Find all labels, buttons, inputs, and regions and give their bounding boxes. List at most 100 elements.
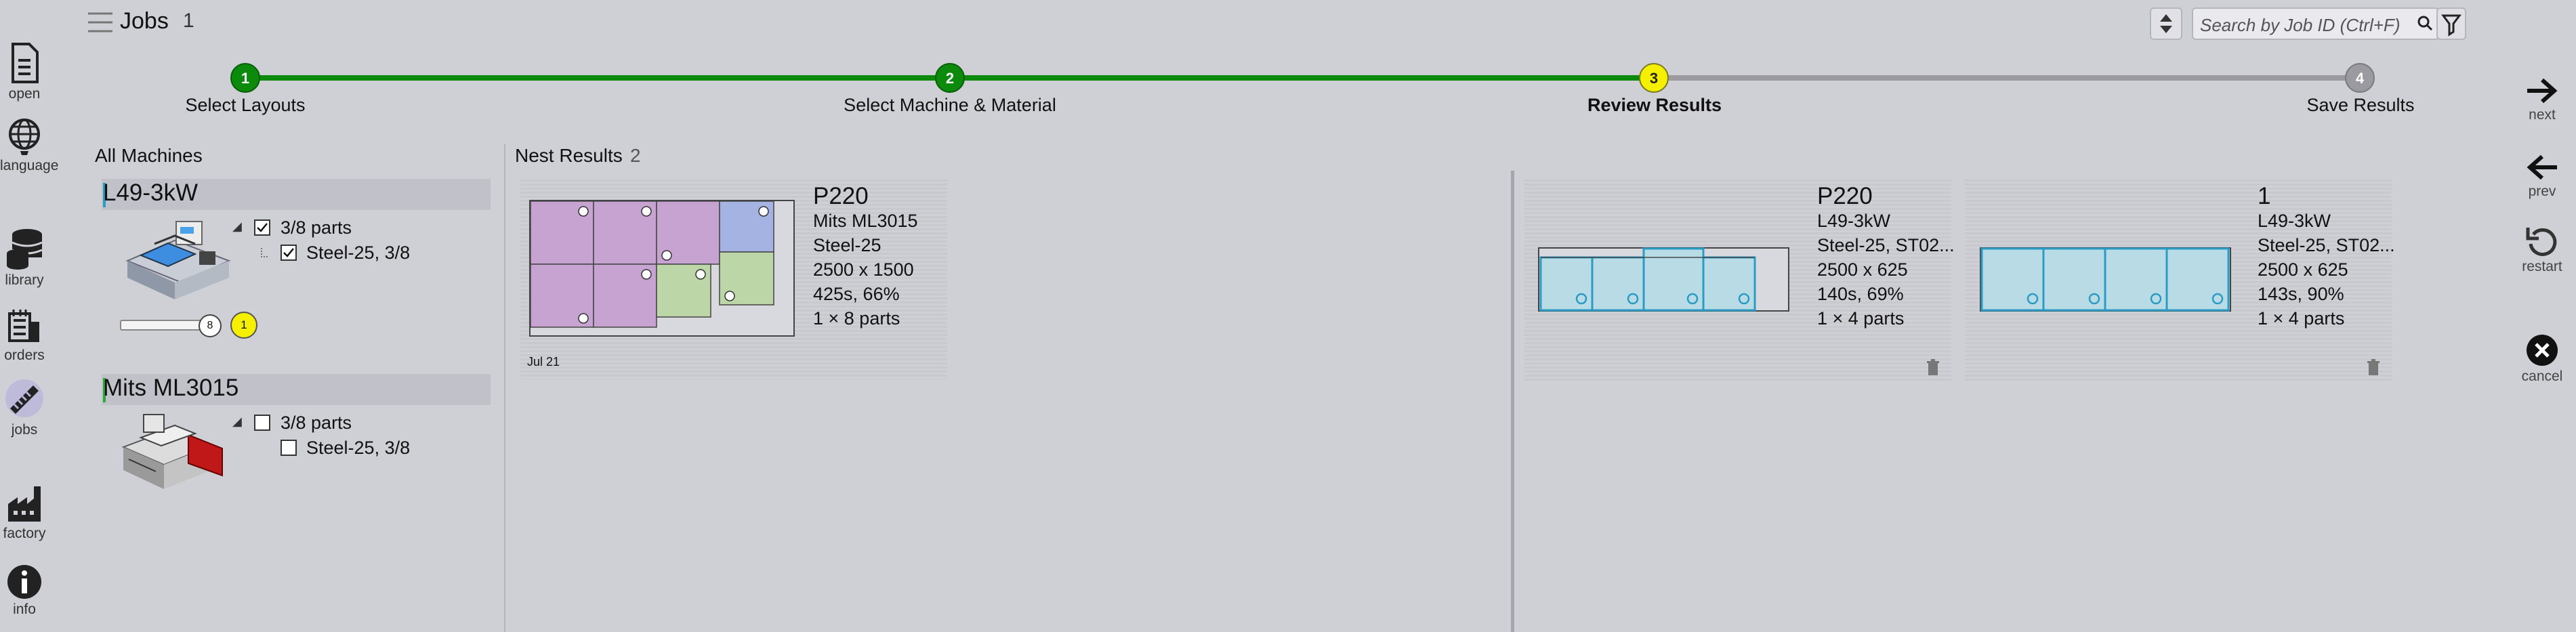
collapse-arrow-icon[interactable]: ◢ <box>232 415 242 429</box>
nest-results-title: Nest Results <box>515 145 623 166</box>
nest-sheet-size: 2500 x 1500 <box>813 259 914 280</box>
nest-machine: Mits ML3015 <box>813 211 918 231</box>
nest-result-card[interactable]: P220 L49-3kW Steel-25, ST02... 2500 x 62… <box>1524 177 1955 381</box>
nav-open-label: open <box>8 86 41 102</box>
checkmark-icon <box>283 248 294 257</box>
machines-panel-title: All Machines <box>95 145 203 166</box>
nest-name: P220 <box>813 183 869 209</box>
step-3-marker[interactable]: 3 <box>1639 63 1669 93</box>
next-button[interactable]: next <box>2518 76 2567 123</box>
arrow-left-icon <box>2527 154 2557 180</box>
filter-button[interactable] <box>2436 7 2466 40</box>
nest-result-card[interactable]: 1 L49-3kW Steel-25, ST02... 2500 x 625 1… <box>1965 177 2395 381</box>
document-icon <box>12 43 39 83</box>
hamburger-icon[interactable] <box>87 11 114 37</box>
nest-date: Jul 21 <box>527 355 560 368</box>
nest-stats: 425s, 66% <box>813 284 900 304</box>
orders-icon <box>8 310 39 342</box>
step-4-label[interactable]: Save Results <box>2306 95 2414 116</box>
step-2-label[interactable]: Select Machine & Material <box>844 95 1056 116</box>
material-checkbox[interactable] <box>281 245 297 261</box>
arrow-right-icon <box>2527 78 2558 104</box>
material-label: Steel-25, 3/8 <box>306 243 411 263</box>
filter-icon <box>2441 14 2461 37</box>
nest-layout-preview <box>529 200 795 337</box>
results-splitter[interactable] <box>1511 171 1514 632</box>
nav-orders[interactable]: orders <box>0 308 49 364</box>
quantity-slider-handle[interactable]: 8 <box>199 314 222 337</box>
sort-icon <box>2160 14 2172 33</box>
prev-button[interactable]: prev <box>2518 152 2567 200</box>
nest-stats: 143s, 90% <box>2258 284 2344 304</box>
nav-factory[interactable]: factory <box>0 485 49 542</box>
nav-info-label: info <box>13 602 36 617</box>
nest-result-card[interactable]: Jul 21 P220 Mits ML3015 Steel-25 2500 x … <box>520 177 947 379</box>
laser-machine-image <box>114 408 236 499</box>
restart-label: restart <box>2522 259 2562 274</box>
nest-name: 1 <box>2258 183 2271 209</box>
restart-button[interactable]: restart <box>2518 224 2567 275</box>
parts-count: 3/8 parts <box>281 413 352 433</box>
search-icon[interactable] <box>2417 15 2433 31</box>
database-icon <box>7 229 43 270</box>
step-2-marker[interactable]: 2 <box>935 63 965 93</box>
nest-layout-preview <box>1980 247 2231 312</box>
nav-jobs-label: jobs <box>11 422 38 438</box>
trash-icon[interactable] <box>1926 359 1940 377</box>
nav-language[interactable]: language <box>0 117 59 174</box>
page-title: Jobs <box>120 8 169 34</box>
factory-icon <box>8 486 41 522</box>
cancel-icon <box>2527 335 2558 366</box>
nav-library-label: library <box>5 272 44 288</box>
checkmark-icon <box>257 223 268 232</box>
trash-icon[interactable] <box>2366 359 2381 377</box>
nest-material: Steel-25 <box>813 235 881 255</box>
nav-library[interactable]: library <box>0 228 49 289</box>
nest-machine: L49-3kW <box>2258 211 2331 231</box>
restart-icon <box>2526 228 2557 256</box>
machine-name: Mits ML3015 <box>103 375 239 401</box>
nest-machine: L49-3kW <box>1817 211 1891 231</box>
prev-label: prev <box>2528 184 2556 199</box>
cancel-label: cancel <box>2521 368 2563 384</box>
panel-divider <box>504 144 505 632</box>
search-placeholder: Search by Job ID (Ctrl+F) <box>2200 15 2401 35</box>
sort-button[interactable] <box>2150 7 2182 40</box>
nav-info[interactable]: info <box>0 564 49 618</box>
globe-icon <box>9 119 40 155</box>
nest-layout-preview <box>1538 247 1789 312</box>
collapse-arrow-icon[interactable]: ◢ <box>232 219 242 234</box>
nest-parts: 1 × 4 parts <box>2258 308 2345 329</box>
search-input[interactable]: Search by Job ID (Ctrl+F) <box>2192 7 2439 40</box>
nav-factory-label: factory <box>3 526 46 541</box>
cancel-button[interactable]: cancel <box>2518 333 2567 385</box>
nest-material: Steel-25, ST02... <box>1817 235 1955 255</box>
step-1-marker[interactable]: 1 <box>230 63 260 93</box>
count-badge: 1 <box>230 312 257 339</box>
nest-sheet-size: 2500 x 625 <box>1817 259 1908 280</box>
nest-sheet-size: 2500 x 625 <box>2258 259 2348 280</box>
step-4-marker[interactable]: 4 <box>2345 63 2375 93</box>
parts-count: 3/8 parts <box>281 217 352 238</box>
nest-material: Steel-25, ST02... <box>2258 235 2395 255</box>
next-label: next <box>2529 107 2556 123</box>
nav-open[interactable]: open <box>0 43 49 102</box>
nav-language-label: language <box>0 158 59 173</box>
job-count: 1 <box>183 9 194 32</box>
nest-results-count: 2 <box>630 145 641 166</box>
right-nav-rail: next prev restart cancel <box>2518 0 2567 632</box>
nest-stats: 140s, 69% <box>1817 284 1904 304</box>
nest-parts: 1 × 8 parts <box>813 308 900 329</box>
step-3-label[interactable]: Review Results <box>1587 95 1722 116</box>
nav-orders-label: orders <box>4 347 45 363</box>
info-icon <box>7 565 41 599</box>
parts-checkbox[interactable] <box>254 219 270 236</box>
step-1-label[interactable]: Select Layouts <box>185 95 305 116</box>
laser-machine-image <box>114 213 236 305</box>
tree-connector <box>261 248 268 257</box>
nav-jobs[interactable]: jobs <box>0 376 49 438</box>
progress-line-pending <box>1657 75 2361 81</box>
material-checkbox[interactable] <box>281 440 297 456</box>
parts-checkbox[interactable] <box>254 415 270 431</box>
left-nav-rail: open language library orders jobs factor… <box>0 0 59 632</box>
